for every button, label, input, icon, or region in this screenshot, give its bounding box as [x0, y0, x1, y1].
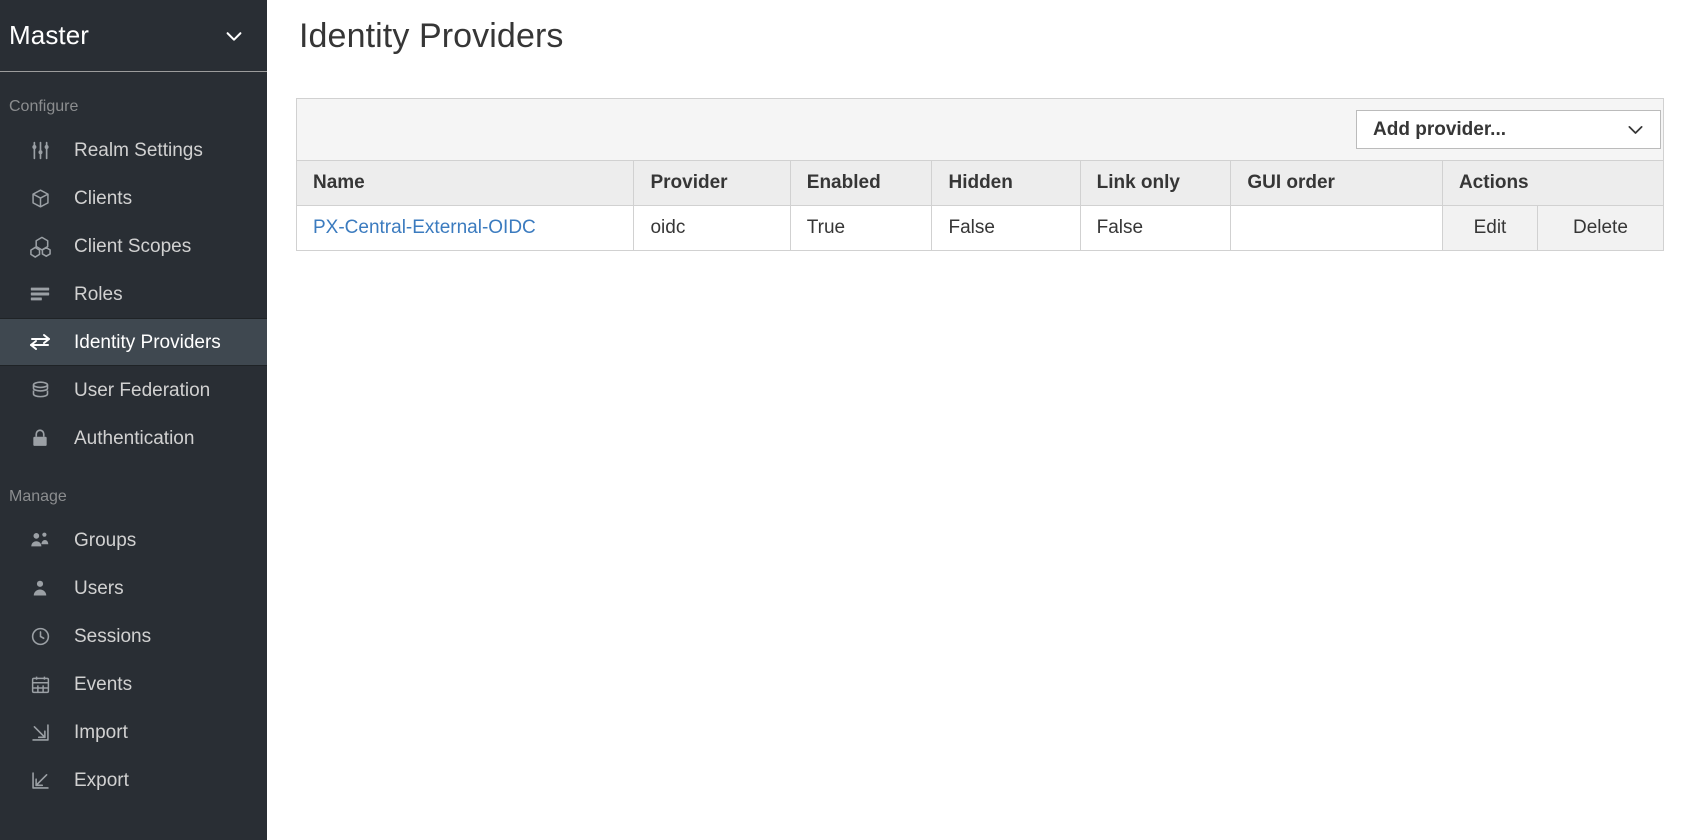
- actions-wrapper: Edit Delete: [1442, 206, 1663, 250]
- sidebar-item-label: Clients: [74, 187, 133, 209]
- chevron-down-icon: [1625, 119, 1646, 140]
- table-head: Name Provider Enabled Hidden Link only G…: [297, 161, 1663, 206]
- nav-section-title-manage: Manage: [9, 488, 67, 505]
- sidebar-item-client-scopes[interactable]: Client Scopes: [0, 222, 267, 270]
- column-header-link-only[interactable]: Link only: [1080, 161, 1232, 206]
- sidebar-item-label: Sessions: [74, 625, 152, 647]
- sidebar-item-label: Users: [74, 577, 124, 599]
- chevron-down-icon: [223, 25, 245, 47]
- column-header-actions: Actions: [1442, 161, 1663, 206]
- table-header-row: Name Provider Enabled Hidden Link only G…: [297, 161, 1663, 206]
- import-arrow-icon: [26, 720, 54, 744]
- sidebar-item-realm-settings[interactable]: Realm Settings: [0, 126, 267, 174]
- add-provider-dropdown[interactable]: Add provider...: [1356, 110, 1661, 149]
- sidebar-item-roles[interactable]: Roles: [0, 270, 267, 318]
- column-header-provider[interactable]: Provider: [633, 161, 791, 206]
- cell-link-only: False: [1080, 205, 1232, 250]
- list-rows-icon: [26, 282, 54, 306]
- identity-provider-link[interactable]: PX-Central-External-OIDC: [313, 217, 536, 238]
- nav-list-manage: Groups Users Sessions Events Import Expo…: [0, 516, 267, 804]
- calendar-icon: [26, 672, 54, 696]
- sidebar-item-label: Export: [74, 769, 129, 791]
- sliders-icon: [26, 138, 54, 162]
- database-icon: [26, 378, 54, 402]
- identity-providers-table: Name Provider Enabled Hidden Link only G…: [297, 161, 1663, 250]
- main-content: Identity Providers Add provider... Name …: [267, 0, 1704, 840]
- sidebar-item-export[interactable]: Export: [0, 756, 267, 804]
- table-body: PX-Central-External-OIDC oidc True False…: [297, 205, 1663, 250]
- sidebar-item-import[interactable]: Import: [0, 708, 267, 756]
- sidebar-item-identity-providers[interactable]: Identity Providers: [0, 318, 267, 366]
- sidebar-item-label: Client Scopes: [74, 235, 192, 257]
- cell-name: PX-Central-External-OIDC: [297, 205, 635, 250]
- sidebar-item-label: Identity Providers: [74, 331, 221, 353]
- identity-providers-panel: Add provider... Name Provider Enabled Hi…: [296, 98, 1664, 251]
- cell-gui-order: [1230, 205, 1443, 250]
- page-title: Identity Providers: [299, 17, 564, 55]
- sidebar-item-groups[interactable]: Groups: [0, 516, 267, 564]
- sidebar-item-label: Events: [74, 673, 133, 695]
- table-row: PX-Central-External-OIDC oidc True False…: [297, 205, 1663, 250]
- cube-icon: [26, 186, 54, 210]
- column-header-hidden[interactable]: Hidden: [931, 161, 1081, 206]
- sidebar-item-label: Import: [74, 721, 128, 743]
- export-arrow-icon: [26, 768, 54, 792]
- column-header-name[interactable]: Name: [297, 161, 635, 206]
- column-header-enabled[interactable]: Enabled: [790, 161, 933, 206]
- nav-list-configure: Realm Settings Clients Client Scopes Rol…: [0, 126, 267, 462]
- sidebar-item-label: Roles: [74, 283, 123, 305]
- add-provider-label: Add provider...: [1373, 118, 1507, 140]
- realm-name: Master: [9, 20, 90, 50]
- realm-selector[interactable]: Master: [0, 0, 267, 72]
- cell-actions: Edit Delete: [1442, 205, 1663, 250]
- clock-icon: [26, 624, 54, 648]
- nav-section-title-configure: Configure: [9, 98, 79, 115]
- sidebar-item-user-federation[interactable]: User Federation: [0, 366, 267, 414]
- sidebar-nav: Configure Realm Settings Clients Client …: [0, 72, 267, 804]
- lock-icon: [26, 426, 54, 450]
- cell-provider: oidc: [633, 205, 791, 250]
- sidebar-item-label: User Federation: [74, 379, 211, 401]
- sidebar-item-label: Realm Settings: [74, 139, 203, 161]
- users-group-icon: [26, 528, 54, 552]
- sidebar-item-sessions[interactable]: Sessions: [0, 612, 267, 660]
- cell-enabled: True: [790, 205, 933, 250]
- sidebar-item-label: Groups: [74, 529, 137, 551]
- sidebar-item-clients[interactable]: Clients: [0, 174, 267, 222]
- sidebar-item-users[interactable]: Users: [0, 564, 267, 612]
- sidebar-item-label: Authentication: [74, 427, 195, 449]
- user-icon: [26, 576, 54, 600]
- exchange-arrows-icon: [26, 330, 54, 354]
- keycloak-admin-console: Master Configure Realm Settings Clients …: [0, 0, 1704, 840]
- sidebar-item-authentication[interactable]: Authentication: [0, 414, 267, 462]
- delete-button[interactable]: Delete: [1537, 206, 1663, 250]
- sidebar-item-events[interactable]: Events: [0, 660, 267, 708]
- cell-hidden: False: [931, 205, 1081, 250]
- edit-button[interactable]: Edit: [1442, 206, 1538, 250]
- cubes-icon: [26, 234, 54, 258]
- column-header-gui-order[interactable]: GUI order: [1230, 161, 1443, 206]
- sidebar: Master Configure Realm Settings Clients …: [0, 0, 267, 840]
- table-toolbar: Add provider...: [297, 99, 1663, 161]
